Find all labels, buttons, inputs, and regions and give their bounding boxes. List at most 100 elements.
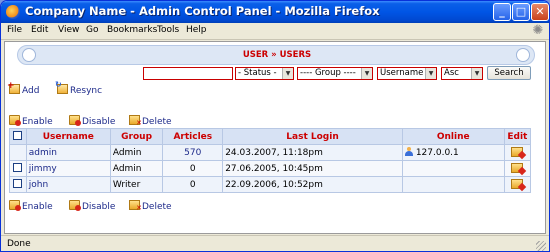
delete-icon — [129, 200, 142, 212]
row-checkbox[interactable] — [13, 179, 23, 188]
edit-icon[interactable] — [511, 146, 524, 157]
menu-bar: File Edit View Go Bookmarks Tools Help — [1, 23, 549, 40]
column-header-articles[interactable]: Articles — [162, 128, 224, 145]
online-cell — [401, 160, 505, 177]
table-row: admin Admin 570 24.03.2007, 11:18pm 127.… — [9, 144, 532, 161]
delete-label: Delete — [142, 202, 172, 212]
group-cell: Writer — [109, 176, 164, 193]
username-cell[interactable]: jimmy — [25, 160, 111, 177]
status-text: Done — [7, 239, 31, 249]
row-select-cell — [9, 144, 27, 161]
delete-label: Delete — [142, 117, 172, 127]
window-title: Company Name - Admin Control Panel - Moz… — [25, 4, 380, 18]
column-header-username[interactable]: Username — [25, 128, 111, 145]
close-button[interactable]: ✕ — [531, 3, 549, 21]
disable-icon — [69, 115, 81, 126]
menu-bookmarks[interactable]: Bookmarks — [107, 25, 157, 35]
enable-label: Enable — [22, 202, 53, 212]
enable-label: Enable — [22, 117, 53, 127]
throbber-icon: ✺ — [532, 23, 544, 38]
disable-icon — [69, 200, 81, 211]
menu-go[interactable]: Go — [86, 25, 98, 35]
select-all-cell — [9, 128, 27, 145]
table-header-row: Username Group Articles Last Login Onlin… — [9, 128, 532, 145]
browser-window: Company Name - Admin Control Panel - Moz… — [0, 0, 550, 252]
username-link[interactable]: john — [29, 180, 48, 190]
resync-icon — [55, 80, 68, 94]
page-content: USER » USERS - Status - ▼ ---- Group ---… — [4, 41, 546, 234]
group-select[interactable]: ---- Group ---- ▼ — [297, 67, 373, 80]
enable-icon — [9, 200, 21, 211]
articles-cell[interactable]: 570 — [162, 144, 224, 161]
column-header-group[interactable]: Group — [109, 128, 164, 145]
menu-edit[interactable]: Edit — [31, 25, 48, 35]
online-cell: 127.0.0.1 — [401, 144, 505, 161]
sort-direction-select[interactable]: Asc ▼ — [441, 67, 483, 80]
enable-icon — [9, 115, 21, 126]
header-right-ornament — [516, 48, 530, 62]
row-checkbox[interactable] — [13, 163, 23, 172]
firefox-icon — [6, 5, 20, 19]
search-button[interactable]: Search — [487, 66, 531, 80]
edit-cell — [503, 160, 532, 177]
user-online-icon — [404, 147, 413, 156]
status-select-value: - Status - — [238, 68, 277, 78]
edit-cell — [503, 176, 532, 193]
disable-label: Disable — [82, 202, 116, 212]
sort-direction-select-value: Asc — [444, 68, 459, 78]
delete-link-top[interactable]: Delete — [129, 115, 172, 127]
column-header-online[interactable]: Online — [401, 128, 505, 145]
articles-cell: 0 — [162, 160, 224, 177]
search-input[interactable] — [143, 67, 233, 80]
table-row: jimmy Admin 0 27.06.2005, 10:45pm — [9, 160, 532, 177]
add-label: Add — [22, 86, 40, 96]
group-cell: Admin — [109, 160, 164, 177]
online-ip: 127.0.0.1 — [415, 148, 459, 158]
status-select[interactable]: - Status - ▼ — [235, 67, 294, 80]
order-by-select[interactable]: Username ▼ — [377, 67, 437, 80]
online-cell — [401, 176, 505, 193]
chevron-down-icon: ▼ — [361, 68, 372, 79]
chevron-down-icon: ▼ — [471, 68, 482, 79]
disable-link-bottom[interactable]: Disable — [69, 200, 115, 212]
minimize-button[interactable]: _ — [493, 3, 511, 21]
row-select-cell — [9, 160, 27, 177]
delete-icon — [129, 115, 142, 127]
row-select-cell — [9, 176, 27, 193]
users-table: Username Group Articles Last Login Onlin… — [9, 128, 532, 193]
last-login-cell: 24.03.2007, 11:18pm — [222, 144, 403, 161]
add-user-link[interactable]: Add — [7, 81, 40, 96]
maximize-button[interactable]: □ — [512, 3, 530, 21]
add-icon — [7, 81, 20, 94]
username-link[interactable]: jimmy — [29, 164, 57, 174]
username-cell[interactable]: john — [25, 176, 111, 193]
last-login-cell: 22.09.2006, 10:52pm — [222, 176, 403, 193]
disable-link-top[interactable]: Disable — [69, 115, 115, 127]
breadcrumb: USER » USERS — [242, 50, 312, 60]
chevron-down-icon: ▼ — [425, 68, 436, 79]
breadcrumb-bar: USER » USERS — [17, 45, 535, 65]
username-cell[interactable]: admin — [25, 144, 111, 161]
group-cell: Admin — [109, 144, 164, 161]
resize-grip-icon[interactable] — [536, 241, 546, 251]
title-bar[interactable]: Company Name - Admin Control Panel - Moz… — [1, 1, 549, 23]
table-row: john Writer 0 22.09.2006, 10:52pm — [9, 176, 532, 193]
username-link[interactable]: admin — [29, 148, 57, 158]
delete-link-bottom[interactable]: Delete — [129, 200, 172, 212]
group-select-value: ---- Group ---- — [300, 68, 356, 78]
resync-label: Resync — [70, 86, 103, 96]
column-header-edit: Edit — [503, 128, 532, 145]
enable-link-bottom[interactable]: Enable — [9, 200, 53, 212]
enable-link-top[interactable]: Enable — [9, 115, 53, 127]
menu-help[interactable]: Help — [186, 25, 207, 35]
menu-tools[interactable]: Tools — [157, 25, 179, 35]
articles-cell: 0 — [162, 176, 224, 193]
edit-icon[interactable] — [511, 178, 524, 189]
resync-link[interactable]: Resync — [55, 80, 103, 96]
edit-icon[interactable] — [511, 162, 524, 173]
column-header-last-login[interactable]: Last Login — [222, 128, 403, 145]
menu-file[interactable]: File — [7, 25, 22, 35]
select-all-checkbox[interactable] — [13, 131, 23, 140]
edit-cell — [503, 144, 532, 161]
menu-view[interactable]: View — [58, 25, 79, 35]
